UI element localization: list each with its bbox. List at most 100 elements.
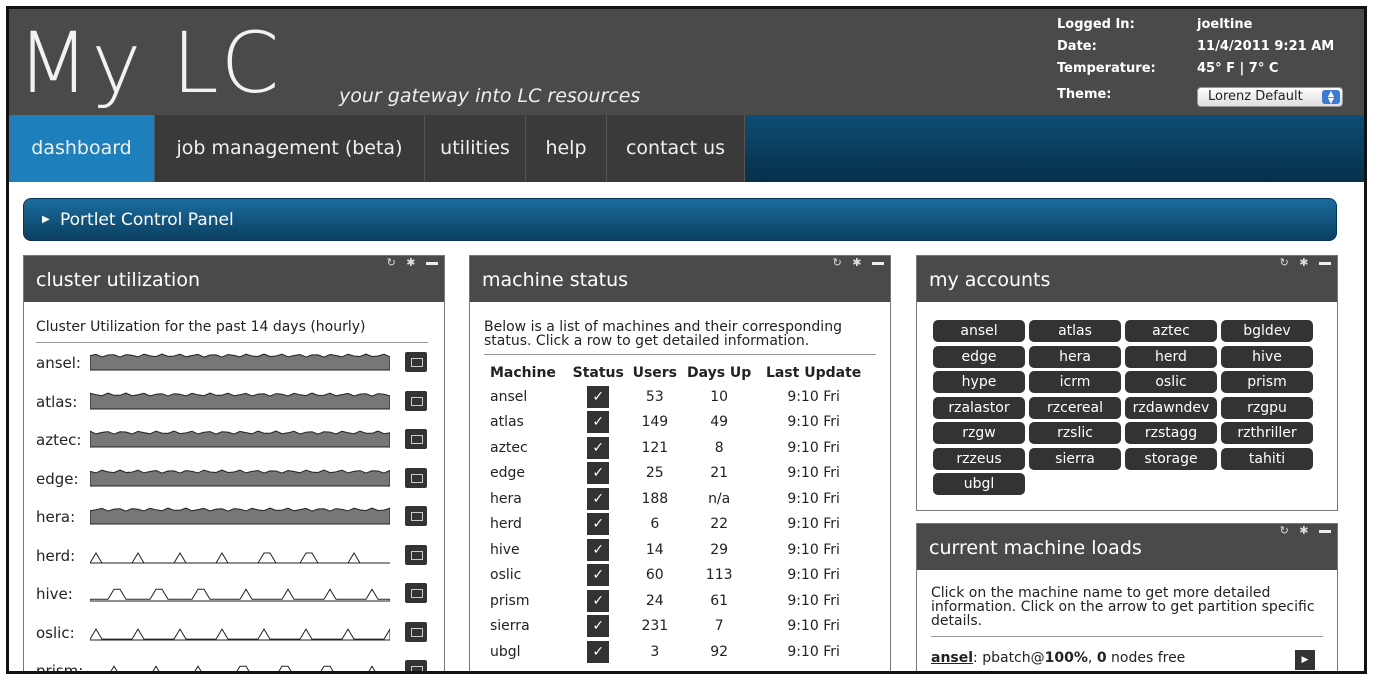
theme-select-value: Lorenz Default xyxy=(1208,89,1303,104)
minimize-icon[interactable] xyxy=(1319,529,1331,533)
table-row[interactable]: herd ✓ 6 22 9:10 Fri xyxy=(490,512,870,538)
chart-image-icon[interactable] xyxy=(405,544,427,565)
portlet-machine-loads: current machine loads ↻ ✱ Click on the m… xyxy=(916,523,1338,671)
account-button[interactable]: hera xyxy=(1029,345,1121,368)
table-row[interactable]: atlas ✓ 149 49 9:10 Fri xyxy=(490,410,870,436)
check-icon: ✓ xyxy=(587,640,610,663)
table-row[interactable]: hera ✓ 188 n/a 9:10 Fri xyxy=(490,486,870,512)
account-button[interactable]: rzgpu xyxy=(1221,396,1313,419)
site-logo[interactable]: My LC xyxy=(17,13,281,113)
chart-image-icon[interactable] xyxy=(405,352,427,372)
table-cell: 9:10 Fri xyxy=(787,516,840,533)
gear-icon[interactable]: ✱ xyxy=(1299,524,1308,538)
table-cell: hive xyxy=(490,541,520,558)
tab-job-management[interactable]: job management (beta) xyxy=(155,115,425,182)
minimize-icon[interactable] xyxy=(872,261,884,265)
site-tagline: your gateway into LC resources xyxy=(339,85,641,107)
table-cell: 9:10 Fri xyxy=(787,414,840,431)
account-button[interactable]: storage xyxy=(1125,447,1217,470)
chart-image-icon[interactable] xyxy=(405,621,427,642)
account-button[interactable]: bgldev xyxy=(1221,320,1313,342)
account-button[interactable]: prism xyxy=(1221,371,1313,393)
chart-image-icon[interactable] xyxy=(405,467,427,488)
util-sparkline-shape xyxy=(110,665,376,671)
chart-image-icon[interactable] xyxy=(405,429,427,449)
table-row[interactable]: prism ✓ 24 61 9:10 Fri xyxy=(490,588,870,614)
util-machine-name: edge: xyxy=(36,469,79,488)
account-button[interactable]: hive xyxy=(1221,345,1313,368)
account-button[interactable]: sierra xyxy=(1029,447,1121,470)
account-button[interactable]: oslic xyxy=(1125,371,1217,393)
account-button[interactable]: rzstagg xyxy=(1125,422,1217,444)
info-value: 11/4/2011 9:21 AM xyxy=(1197,39,1335,54)
theme-select[interactable]: Lorenz Default ▲ ▼ xyxy=(1197,87,1343,107)
account-button[interactable]: rzzeus xyxy=(933,447,1025,470)
gear-icon[interactable]: ✱ xyxy=(852,256,861,270)
table-row[interactable]: oslic ✓ 60 113 9:10 Fri xyxy=(490,563,870,589)
table-row[interactable]: edge ✓ 25 21 9:10 Fri xyxy=(490,461,870,487)
util-machine-name: herd: xyxy=(36,546,76,565)
table-cell: 149 xyxy=(641,414,669,431)
tab-utilities[interactable]: utilities xyxy=(425,115,526,182)
chart-image-icon[interactable] xyxy=(405,583,427,603)
gear-icon[interactable]: ✱ xyxy=(1299,256,1308,270)
portlet-controls: ↻ ✱ xyxy=(380,256,438,272)
account-button[interactable]: atlas xyxy=(1029,320,1121,342)
expand-arrow-icon[interactable]: ▶ xyxy=(1295,650,1315,670)
table-cell: 8 xyxy=(714,439,724,456)
util-sparkline-shape xyxy=(90,627,390,640)
table-row[interactable]: ansel ✓ 53 10 9:10 Fri xyxy=(490,384,870,410)
account-button[interactable]: hype xyxy=(933,371,1025,393)
table-row[interactable]: sierra ✓ 231 7 9:10 Fri xyxy=(490,614,870,640)
account-button[interactable]: rzalastor xyxy=(933,396,1025,419)
account-button[interactable]: rzcereal xyxy=(1029,396,1121,419)
portlet-title: machine status xyxy=(482,269,629,291)
portlet-cluster-utilization: cluster utilization ↻ ✱ Cluster Utilizat… xyxy=(23,255,445,671)
minimize-icon[interactable] xyxy=(1319,261,1331,265)
tab-help[interactable]: help xyxy=(526,115,607,182)
status-cell: ✓ xyxy=(568,461,629,487)
machine-link[interactable]: ansel xyxy=(931,650,973,666)
gear-icon[interactable]: ✱ xyxy=(406,256,415,270)
account-button[interactable]: rzgw xyxy=(933,422,1025,444)
refresh-icon[interactable]: ↻ xyxy=(1280,524,1289,538)
util-row: herd: xyxy=(24,543,444,569)
table-cell: 9:10 Fri xyxy=(787,592,840,609)
account-button[interactable]: ubgl xyxy=(933,473,1025,495)
chart-image-icon[interactable] xyxy=(405,660,427,671)
table-cell: 121 xyxy=(641,439,669,456)
status-cell: ✓ xyxy=(568,486,629,512)
chart-image-icon[interactable] xyxy=(405,390,427,411)
portlet-header: cluster utilization ↻ ✱ xyxy=(24,256,444,302)
refresh-icon[interactable]: ↻ xyxy=(387,256,396,270)
info-label: Date: xyxy=(1057,39,1097,54)
account-button[interactable]: edge xyxy=(933,345,1025,368)
table-row[interactable]: aztec ✓ 121 8 9:10 Fri xyxy=(490,435,870,461)
tab-dashboard[interactable]: dashboard xyxy=(9,115,155,182)
table-cell: 9:10 Fri xyxy=(787,618,840,635)
refresh-icon[interactable]: ↻ xyxy=(1280,256,1289,270)
info-value: joeltine xyxy=(1197,17,1253,32)
account-button[interactable]: rzslic xyxy=(1029,422,1121,444)
load-row[interactable]: ansel: pbatch@100%, 0 nodes free xyxy=(931,650,1185,666)
portlet-title: current machine loads xyxy=(929,537,1142,559)
account-button[interactable]: rzdawndev xyxy=(1125,396,1217,419)
util-sparkline xyxy=(90,430,390,448)
table-row[interactable]: hive ✓ 14 29 9:10 Fri xyxy=(490,537,870,563)
util-sparkline xyxy=(90,469,390,486)
account-button[interactable]: aztec xyxy=(1125,320,1217,342)
account-button[interactable]: icrm xyxy=(1029,371,1121,393)
load-sep: , xyxy=(1087,650,1097,666)
tab-contact-us[interactable]: contact us xyxy=(607,115,745,182)
account-button[interactable]: tahiti xyxy=(1221,447,1313,470)
minimize-icon[interactable] xyxy=(426,261,438,265)
util-sparkline xyxy=(90,353,390,371)
account-button[interactable]: rzthriller xyxy=(1221,422,1313,444)
check-icon: ✓ xyxy=(587,513,610,536)
account-button[interactable]: ansel xyxy=(933,320,1025,342)
chart-image-icon[interactable] xyxy=(405,506,427,526)
portlet-control-panel[interactable]: ▶ Portlet Control Panel xyxy=(23,198,1337,241)
account-button[interactable]: herd xyxy=(1125,345,1217,368)
table-row[interactable]: ubgl ✓ 3 92 9:10 Fri xyxy=(490,639,870,665)
refresh-icon[interactable]: ↻ xyxy=(833,256,842,270)
